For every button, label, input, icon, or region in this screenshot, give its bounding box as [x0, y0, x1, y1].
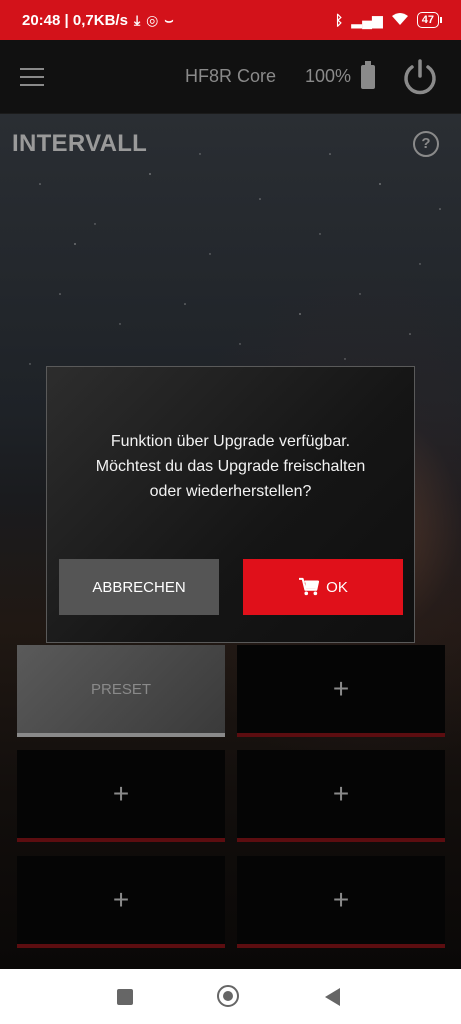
app-header: HF8R Core 100%	[0, 40, 461, 114]
power-icon[interactable]	[401, 58, 439, 96]
cart-icon	[299, 577, 320, 596]
status-bar: 20:48 | 0,7KB/s ⤓ ◎ ⌣ ᛒ ▂▄▆ 47	[0, 0, 461, 40]
preset-tile[interactable]: PRESET	[17, 645, 225, 737]
instagram-icon: ◎	[146, 12, 159, 28]
help-icon[interactable]: ?	[413, 131, 439, 157]
add-preset-tile[interactable]: +	[17, 750, 225, 842]
plus-icon: +	[332, 884, 350, 915]
ok-button[interactable]: OK	[243, 559, 403, 615]
dialog-message: Funktion über Upgrade verfügbar. Möchtes…	[67, 429, 394, 504]
system-navbar	[0, 969, 461, 1024]
status-time-speed: 20:48 | 0,7KB/s	[22, 11, 128, 29]
ok-button-label: OK	[326, 578, 348, 596]
download-icon: ⤓	[133, 12, 141, 28]
plus-icon: +	[332, 778, 350, 809]
wifi-icon	[391, 12, 409, 28]
battery-icon	[361, 61, 375, 89]
plus-icon: +	[112, 884, 130, 915]
signal-icon: ▂▄▆	[351, 12, 383, 28]
dialog-message-line: Funktion über Upgrade verfügbar.	[110, 433, 351, 450]
app-title: HF8R Core	[184, 66, 277, 86]
add-preset-tile[interactable]: +	[17, 856, 225, 948]
add-preset-tile[interactable]: +	[237, 856, 445, 948]
dialog-message-line: oder wiederherstellen?	[149, 483, 312, 500]
home-icon[interactable]	[217, 985, 239, 1007]
recents-icon[interactable]	[117, 989, 133, 1005]
dialog-message-line: Möchtest du das Upgrade freischalten	[95, 458, 366, 475]
amazon-icon: ⌣	[164, 12, 174, 28]
menu-icon[interactable]	[20, 67, 44, 86]
device-battery-level: 100%	[304, 66, 351, 86]
plus-icon: +	[112, 778, 130, 809]
bluetooth-icon: ᛒ	[334, 12, 344, 28]
add-preset-tile[interactable]: +	[237, 750, 445, 842]
cancel-button[interactable]: ABBRECHEN	[59, 559, 219, 615]
upgrade-dialog: Funktion über Upgrade verfügbar. Möchtes…	[46, 366, 415, 643]
add-preset-tile[interactable]: +	[237, 645, 445, 737]
plus-icon: +	[332, 673, 350, 704]
back-icon[interactable]	[325, 988, 340, 1006]
page-title: INTERVALL	[12, 130, 148, 157]
status-battery: 47	[416, 12, 443, 28]
